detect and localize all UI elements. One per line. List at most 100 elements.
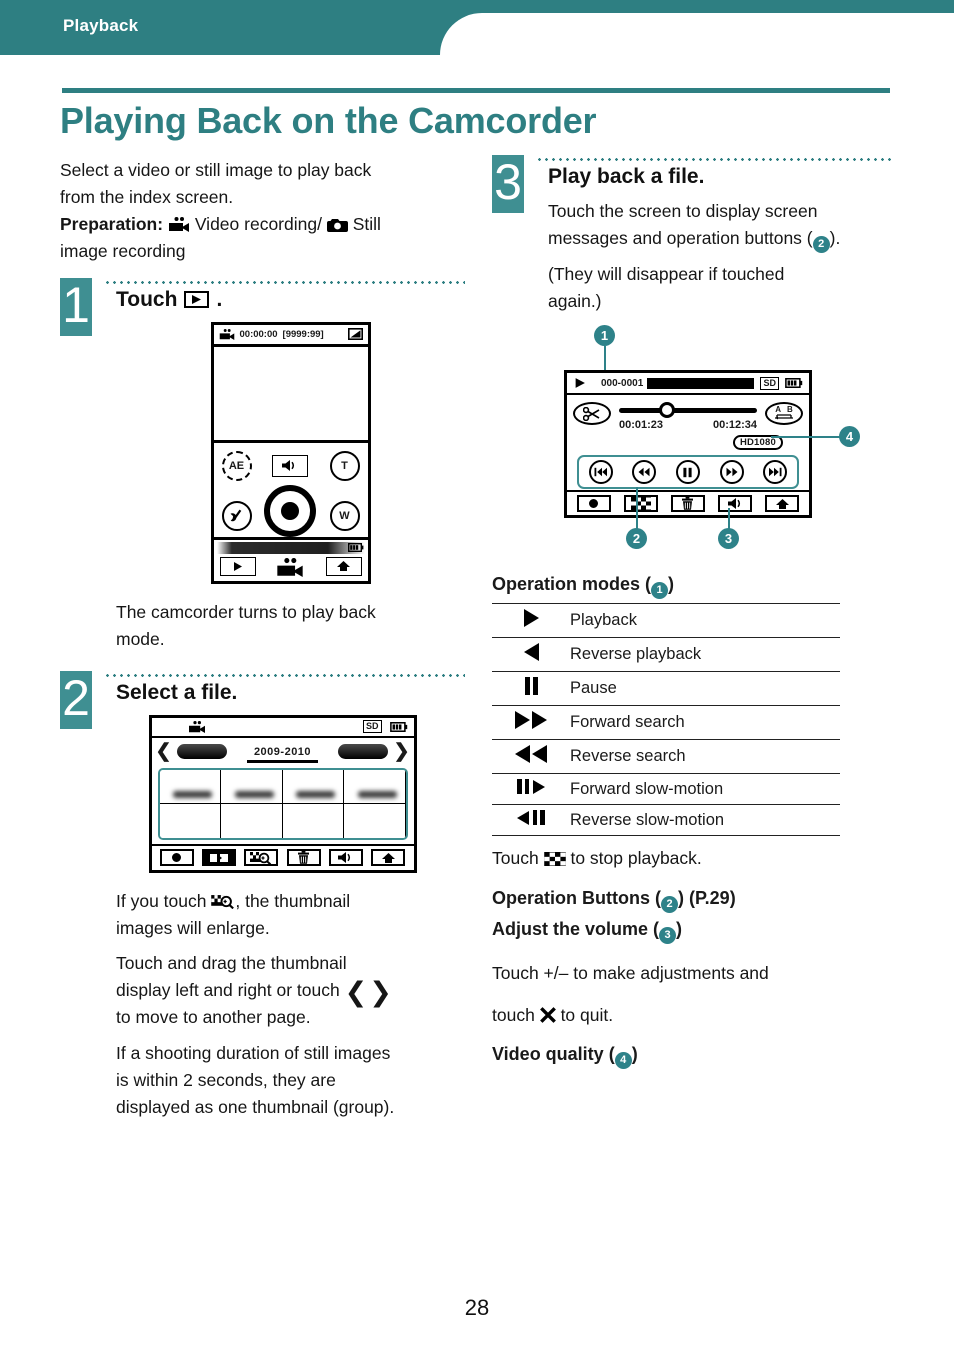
rewind-button[interactable] (632, 460, 657, 485)
left-column: Select a video or still image to play ba… (60, 158, 465, 1122)
switch-media-button[interactable] (201, 849, 236, 867)
sd-card-label: SD (760, 376, 779, 390)
wide-zoom-button[interactable]: W (329, 500, 360, 531)
skip-forward-icon (769, 468, 782, 477)
thumbnail-grid (157, 767, 408, 840)
reverse-play-icon (523, 643, 539, 662)
ab-repeat-button[interactable]: AB (765, 402, 803, 426)
list-item[interactable] (343, 803, 406, 838)
list-item[interactable] (343, 769, 406, 805)
play-icon (523, 609, 539, 628)
mode-icon-cell (492, 805, 570, 836)
list-item[interactable] (281, 803, 345, 838)
next-group-pill[interactable] (337, 744, 388, 760)
stop-playback-note: Touch to stop playback. (492, 846, 892, 870)
index-screen: SD ❮ 2009-2010 ❯ (148, 714, 417, 873)
home-button[interactable] (765, 495, 800, 513)
step-3-line-2-text: messages and operation buttons ( (548, 228, 813, 249)
rewind-icon (638, 468, 650, 477)
volume-text-b: touch (492, 1004, 535, 1025)
zoom-thumbnail-icon (211, 894, 235, 909)
record-button[interactable] (263, 484, 316, 537)
record-button[interactable] (576, 495, 611, 513)
note-group-1: If a shooting duration of still images (116, 1042, 391, 1063)
skip-back-button[interactable] (588, 460, 613, 485)
list-item[interactable] (159, 803, 222, 838)
rewind-icon (515, 745, 547, 764)
trim-button[interactable] (573, 402, 611, 426)
operation-modes-title: Operation modes (1) (492, 574, 892, 600)
fast-forward-icon (726, 468, 738, 477)
ab-repeat-labels: AB (769, 406, 799, 414)
home-button[interactable] (371, 849, 406, 867)
callout-badge-2c: 2 (661, 895, 678, 913)
note-enlarge-2: images will enlarge. (116, 917, 270, 938)
volume-heading: Adjust the volume (3) (492, 919, 892, 944)
step-3: 3 Play back a file. Touch the screen to … (492, 155, 892, 313)
mode-icon-cell (492, 672, 570, 706)
status-bar: 00:00:00 [9999:99] (213, 325, 368, 347)
delete-button[interactable] (670, 495, 705, 513)
list-item[interactable] (281, 769, 345, 805)
chevron-right-icon[interactable]: ❯ (394, 742, 410, 761)
speaker-button[interactable] (271, 454, 308, 477)
forward-slow-icon (517, 779, 545, 795)
prev-group-pill[interactable] (177, 744, 228, 760)
note-drag: Touch and drag the thumbnail (116, 953, 347, 974)
date-range-text: 2009-2010 (253, 745, 312, 758)
mode-icon-cell (492, 706, 570, 740)
pause-button[interactable] (675, 460, 700, 485)
mode-label: Reverse slow-motion (570, 810, 725, 829)
step-2-heading-text: Select a file. (116, 680, 238, 704)
delete-button[interactable] (286, 849, 321, 867)
list-item[interactable] (220, 769, 284, 805)
stop-checker-icon (543, 851, 566, 866)
playback-mode-button[interactable] (219, 556, 256, 576)
index-status-bar: SD (151, 718, 414, 738)
skip-forward-button[interactable] (763, 460, 788, 485)
speaker-button[interactable] (718, 495, 753, 513)
play-button-icon (184, 291, 210, 309)
volume-text-line-2: touch to quit. (492, 1003, 892, 1027)
note-drag-text: display left and right or touch (116, 980, 340, 1001)
mode-icon-cell (492, 740, 570, 774)
pause-icon (683, 467, 693, 478)
viewfinder-area (213, 347, 368, 443)
date-range-label: 2009-2010 (233, 745, 331, 763)
ab-label-a: A (775, 405, 787, 415)
preparation-cont: image recording (60, 241, 186, 262)
operation-modes-title-text: Operation modes ( (492, 574, 652, 595)
callout-badge-3c: 3 (659, 926, 677, 944)
fast-forward-button[interactable] (719, 460, 744, 485)
step-3-heading-text: Play back a file. (548, 165, 705, 188)
chevron-left-icon[interactable]: ❮ (156, 742, 172, 761)
list-item[interactable] (159, 769, 222, 805)
seek-bar[interactable] (619, 408, 757, 414)
speaker-button[interactable] (328, 849, 363, 867)
callout-badge-2b: 2 (626, 528, 647, 550)
step-3-line-2: messages and operation buttons (2). (548, 226, 892, 254)
record-button[interactable] (159, 849, 194, 867)
step-1-number: 1 (60, 277, 92, 336)
callout-3-leader (728, 508, 730, 530)
step-1-illustration: 00:00:00 [9999:99] AE T W (116, 321, 465, 584)
ae-button[interactable]: AE (221, 450, 252, 481)
record-icon (589, 499, 599, 509)
stop-checker-icon (630, 497, 651, 511)
list-item[interactable] (220, 803, 284, 838)
note-group-2: is within 2 seconds, they are (116, 1069, 336, 1090)
step-3-line-2-close: ). (829, 228, 841, 249)
seek-handle[interactable] (659, 402, 675, 419)
wrench-button[interactable] (221, 500, 252, 531)
header-notch (440, 13, 954, 57)
tele-zoom-button[interactable]: T (329, 450, 360, 481)
stop-button[interactable] (623, 495, 658, 513)
op-buttons-title-b: ) (P.29) (678, 887, 736, 908)
home-button[interactable] (325, 556, 362, 576)
quality-title-a: Video quality ( (492, 1044, 615, 1065)
stop-note-post: to stop playback. (570, 847, 702, 868)
mode-label: Forward slow-motion (570, 779, 724, 798)
thumb-blur (357, 790, 397, 799)
zoom-thumbnail-button[interactable] (244, 849, 279, 867)
page-number: 28 (464, 1295, 490, 1320)
